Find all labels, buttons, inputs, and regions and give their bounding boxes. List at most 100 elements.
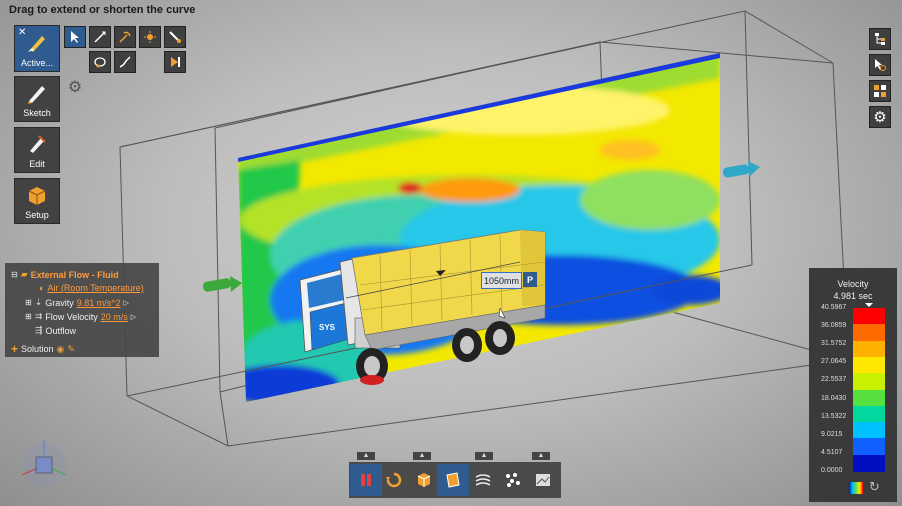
legend-value: 18.0430 — [821, 394, 847, 402]
gear-icon[interactable]: ⚙ — [66, 79, 84, 97]
tree-root[interactable]: External Flow - Fluid — [31, 270, 119, 280]
legend-value: 40.5967 — [821, 304, 847, 311]
caret-3[interactable]: ▲ — [475, 452, 493, 460]
play-tool[interactable] — [164, 51, 186, 73]
legend-value: 0.0000 — [821, 467, 843, 474]
particles-icon — [506, 473, 520, 487]
legend-value: 31.5752 — [821, 340, 847, 348]
light-icon — [144, 31, 156, 43]
fluid-icon: ◐ — [39, 283, 45, 293]
tree-fluid[interactable]: Air (Room Temperature) — [47, 283, 143, 293]
tree-gravity-value[interactable]: 9.81 m/s^2 — [77, 298, 121, 308]
image-button[interactable] — [527, 464, 559, 496]
active-tool-button[interactable]: ✕ Active... — [14, 25, 60, 72]
rotate-icon[interactable]: ↻ — [869, 479, 880, 495]
dimension-p-button[interactable]: P — [523, 272, 537, 287]
viewport-scene[interactable] — [0, 0, 902, 506]
setup-label: Setup — [25, 210, 49, 220]
inlet-icon: ⇉ — [34, 311, 43, 321]
setup-button[interactable]: Setup — [14, 178, 60, 224]
lasso-icon — [94, 57, 106, 68]
flowlines-button[interactable] — [467, 464, 499, 496]
collapse-icon[interactable]: ⊟ — [11, 270, 18, 279]
inflow-arrow — [202, 276, 242, 292]
tree-gravity-label: Gravity — [45, 297, 74, 308]
legend-value: 36.0859 — [821, 322, 847, 330]
velocity-plane — [238, 53, 720, 402]
velocity-legend: Velocity 4.981 sec 40.5967 36.0859 31.5752… — [809, 268, 897, 502]
tree-icon — [875, 33, 885, 45]
edit-button[interactable]: Edit — [14, 127, 60, 173]
legend-color-segment — [853, 373, 885, 391]
tree-flow-velocity-value[interactable]: 20 m/s — [101, 312, 128, 322]
legend-color-segment — [853, 422, 885, 440]
pause-icon — [361, 474, 371, 486]
plane-button[interactable] — [437, 464, 469, 496]
curve-icon — [94, 31, 106, 43]
edit-label: Edit — [29, 159, 45, 169]
legend-value: 27.0645 — [821, 358, 847, 366]
box-button[interactable] — [408, 464, 440, 496]
sketch-button[interactable]: Sketch — [14, 76, 60, 122]
stroke-tool[interactable] — [114, 51, 136, 73]
grid-view-button[interactable] — [869, 80, 891, 102]
curve-tool[interactable] — [89, 26, 111, 48]
reset-button[interactable] — [378, 464, 410, 496]
legend-color-segment — [853, 438, 885, 456]
scene-tree-panel: ⊟ ▰ External Flow - Fluid ◐ Air (Room Te… — [5, 263, 159, 357]
tree-solution[interactable]: Solution — [21, 344, 54, 354]
select-tool[interactable] — [64, 26, 86, 48]
velocity-arrow-icon[interactable]: ▷ — [131, 313, 136, 321]
brush-tool[interactable] — [164, 26, 186, 48]
brush-small-icon — [169, 31, 181, 43]
gravity-icon: ⇣ — [34, 297, 43, 307]
caret-2[interactable]: ▲ — [413, 452, 431, 460]
legend-value: 4.5107 — [821, 448, 843, 456]
select-icon — [71, 31, 79, 43]
solution-settings-icon[interactable]: ◉ — [57, 344, 65, 355]
view-cube-icon — [21, 440, 67, 487]
select-pick-button[interactable] — [869, 54, 891, 76]
tree-view-button[interactable] — [869, 28, 891, 50]
tree-flow-velocity-label: Flow Velocity — [45, 311, 98, 322]
setup-box-icon — [28, 187, 46, 205]
hint-text: Drag to extend or shorten the curve — [9, 4, 196, 16]
active-tool-label: Active... — [20, 58, 53, 68]
select-pick-icon — [875, 59, 886, 71]
play-icon — [171, 57, 180, 67]
flowlines-icon — [475, 474, 491, 486]
pick-tool[interactable] — [114, 26, 136, 48]
add-icon[interactable]: + — [11, 342, 18, 356]
dimension-value[interactable]: 1050mm — [481, 272, 522, 289]
legend-value: 13.5322 — [821, 412, 847, 420]
outflow-icon: ⇶ — [35, 325, 43, 335]
outflow-arrow — [722, 161, 760, 178]
expand-gravity-icon[interactable]: ⊞ — [25, 298, 32, 307]
caret-1[interactable]: ▲ — [357, 452, 375, 460]
legend-palette-icon[interactable] — [849, 482, 863, 494]
lasso-tool[interactable] — [89, 51, 111, 73]
folder-icon: ▰ — [20, 269, 28, 279]
stroke-icon — [119, 56, 131, 68]
particles-button[interactable] — [497, 464, 529, 496]
grid-icon — [874, 85, 886, 97]
plane-icon — [446, 472, 460, 488]
box-icon — [417, 473, 431, 487]
legend-colorbar[interactable] — [853, 308, 885, 472]
edit-icon — [30, 135, 46, 153]
settings-button[interactable]: ⚙ — [869, 106, 891, 128]
caret-4[interactable]: ▲ — [532, 452, 550, 460]
image-icon — [536, 474, 550, 486]
legend-time: 4.981 sec — [833, 291, 873, 301]
pencil-icon — [28, 86, 45, 104]
settings-icon: ⚙ — [873, 109, 887, 126]
solution-brush-icon[interactable]: ✎ — [67, 344, 75, 355]
close-icon[interactable]: ✕ — [18, 27, 26, 38]
expand-velocity-icon[interactable]: ⊞ — [25, 312, 32, 321]
truck-logo: SYS — [319, 323, 336, 332]
pick-icon — [119, 31, 131, 43]
legend-value: 9.0215 — [821, 430, 843, 438]
tree-outflow[interactable]: Outflow — [46, 326, 77, 336]
gravity-arrow-icon[interactable]: ▷ — [124, 299, 129, 307]
light-tool[interactable] — [139, 26, 161, 48]
